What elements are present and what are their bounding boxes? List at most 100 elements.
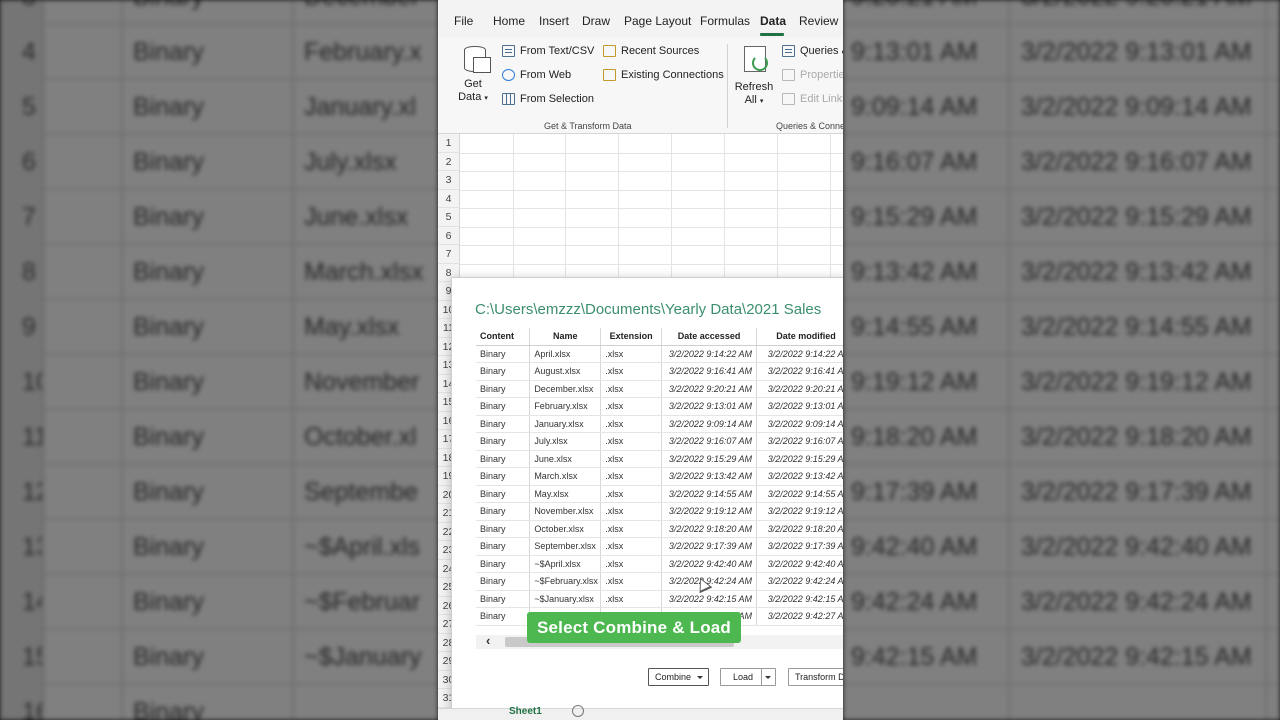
queries-connections-button[interactable]: Queries &	[782, 45, 843, 57]
edit-links-button[interactable]: Edit Links	[782, 93, 843, 105]
column-header-name[interactable]: Name	[529, 328, 602, 346]
tab-file[interactable]: File	[454, 14, 473, 28]
background-left-blur: 3BinaryDecember4BinaryFebruary.x5BinaryJ…	[0, 0, 438, 720]
row-header[interactable]: 5	[438, 208, 460, 227]
column-header-extension[interactable]: Extension	[600, 328, 663, 346]
tab-home[interactable]: Home	[493, 14, 525, 28]
connections-icon	[603, 69, 616, 81]
table-row[interactable]: Binary July.xlsx .xlsx 3/2/2022 9:16:07 AM 3…	[476, 432, 843, 451]
cell-extension: .xlsx	[600, 572, 663, 591]
sheet-tab[interactable]: Sheet1	[509, 706, 542, 717]
globe-icon	[502, 69, 515, 81]
queries-connections-label: Queries &	[800, 45, 843, 57]
cell-content: Binary	[476, 537, 531, 556]
combine-label: Combine	[655, 672, 692, 682]
table-row[interactable]: Binary May.xlsx .xlsx 3/2/2022 9:14:55 AM 3/…	[476, 485, 843, 503]
column-header-content[interactable]: Content	[476, 328, 531, 346]
row-header[interactable]: 6	[438, 226, 460, 245]
cell-content: Binary	[476, 345, 531, 363]
cell-extension: .xlsx	[600, 520, 663, 538]
cell-name: February.xlsx	[529, 397, 602, 416]
cell-content: Binary	[476, 467, 531, 486]
cell-name: May.xlsx	[529, 485, 602, 503]
recent-sources-label: Recent Sources	[621, 45, 700, 57]
tab-data[interactable]: Data	[760, 14, 786, 28]
table-row[interactable]: Binary ~$January.xlsx .xlsx 3/2/2022 9:42:1…	[476, 590, 843, 608]
dialog-title: C:\Users\emzzz\Documents\Yearly Data\202…	[475, 301, 822, 318]
existing-connections-label: Existing Connections	[621, 69, 724, 81]
cell-date-accessed: 3/2/2022 9:15:29 AM	[661, 450, 758, 468]
queries-icon	[782, 45, 795, 57]
from-web-button[interactable]: From Web	[502, 69, 571, 81]
cell-date-modified: 3/2/2022 9:14:22 AM	[756, 345, 843, 363]
cell-name: March.xlsx	[529, 467, 602, 486]
table-row[interactable]: Binary October.xlsx .xlsx 3/2/2022 9:18:20 …	[476, 520, 843, 538]
cell-extension: .xlsx	[600, 415, 663, 433]
text-file-icon	[502, 45, 515, 57]
cell-date-modified: 3/2/2022 9:09:14 AM	[756, 415, 843, 433]
table-row[interactable]: Binary April.xlsx .xlsx 3/2/2022 9:14:22 AM…	[476, 345, 843, 363]
row-header[interactable]: 3	[438, 171, 460, 190]
table-row[interactable]: Binary February.xlsx .xlsx 3/2/2022 9:13:01…	[476, 397, 843, 416]
cell-content: Binary	[476, 572, 531, 591]
tab-formulas[interactable]: Formulas	[700, 14, 750, 28]
cell-content: Binary	[476, 590, 531, 608]
column-header-date-accessed[interactable]: Date accessed	[661, 328, 758, 346]
navigator-dialog: C:\Users\emzzz\Documents\Yearly Data\202…	[451, 277, 843, 710]
existing-connections-button[interactable]: Existing Connections	[603, 69, 724, 81]
cell-date-modified: 3/2/2022 9:15:29 AM	[756, 450, 843, 468]
table-header-row: Content Name Extension Date accessed Dat…	[476, 328, 843, 346]
add-sheet-icon[interactable]	[572, 705, 584, 717]
table-row[interactable]: Binary March.xlsx .xlsx 3/2/2022 9:13:42 AM…	[476, 467, 843, 486]
tab-review[interactable]: Review	[799, 14, 838, 28]
cell-name: October.xlsx	[529, 520, 602, 538]
chevron-down-icon[interactable]	[765, 676, 771, 679]
table-row[interactable]: Binary November.xlsx .xlsx 3/2/2022 9:19:12…	[476, 502, 843, 521]
cell-date-modified: 3/2/2022 9:19:12 AM	[756, 502, 843, 521]
tab-page-layout[interactable]: Page Layout	[624, 14, 691, 28]
cell-date-modified: 3/2/2022 9:17:39 AM	[756, 537, 843, 556]
get-data-label-2: Data	[458, 91, 482, 103]
cell-date-accessed: 3/2/2022 9:13:01 AM	[661, 397, 758, 416]
grid-line	[460, 171, 843, 172]
table-row[interactable]: Binary June.xlsx .xlsx 3/2/2022 9:15:29 AM 3…	[476, 450, 843, 468]
row-header[interactable]: 4	[438, 189, 460, 208]
properties-label: Properties	[800, 69, 843, 81]
table-row[interactable]: Binary September.xlsx .xlsx 3/2/2022 9:17:3…	[476, 537, 843, 556]
table-row[interactable]: Binary ~$April.xlsx .xlsx 3/2/2022 9:42:40 …	[476, 555, 843, 573]
table-row[interactable]: Binary January.xlsx .xlsx 3/2/2022 9:09:14 …	[476, 415, 843, 433]
column-header-date-modified[interactable]: Date modified	[756, 328, 843, 346]
row-header[interactable]: 2	[438, 152, 460, 171]
cell-extension: .xlsx	[600, 467, 663, 486]
load-button[interactable]: Load	[720, 668, 776, 686]
grid-line	[460, 226, 843, 228]
queries-group-label: Queries & Conne	[776, 121, 843, 131]
combine-button[interactable]: Combine	[648, 668, 709, 686]
recent-sources-button[interactable]: Recent Sources	[603, 45, 699, 57]
cell-name: July.xlsx	[529, 432, 602, 451]
tab-insert[interactable]: Insert	[539, 14, 569, 28]
tab-draw[interactable]: Draw	[582, 14, 610, 28]
cell-content: Binary	[476, 397, 531, 416]
from-web-label: From Web	[520, 69, 572, 81]
cell-extension: .xlsx	[600, 555, 663, 573]
chevron-left-icon[interactable]: ‹	[486, 633, 490, 648]
transform-data-button[interactable]: Transform Da	[788, 668, 843, 686]
from-selection-button[interactable]: From Selection	[502, 93, 594, 105]
row-header[interactable]: 7	[438, 245, 460, 264]
ribbon-group-separator	[727, 44, 728, 128]
cell-date-accessed: 3/2/2022 9:17:39 AM	[661, 537, 758, 556]
cell-date-modified: 3/2/2022 9:13:01 AM	[756, 397, 843, 416]
chevron-down-icon	[697, 676, 704, 680]
table-row[interactable]: Binary August.xlsx .xlsx 3/2/2022 9:16:41 A…	[476, 362, 843, 381]
cell-date-modified: 3/2/2022 9:16:07 AM	[756, 432, 843, 451]
get-transform-group-label: Get & Transform Data	[544, 121, 632, 131]
cell-name: December.xlsx	[529, 380, 602, 398]
row-header[interactable]: 1	[438, 134, 460, 153]
from-text-csv-button[interactable]: From Text/CSV	[502, 45, 594, 57]
cell-content: Binary	[476, 555, 531, 573]
table-row[interactable]: Binary ~$February.xlsx .xlsx 3/2/2022 9:42:…	[476, 572, 843, 591]
table-row[interactable]: Binary December.xlsx .xlsx 3/2/2022 9:20:21…	[476, 380, 843, 398]
cell-content: Binary	[476, 380, 531, 398]
properties-button[interactable]: Properties	[782, 69, 843, 81]
